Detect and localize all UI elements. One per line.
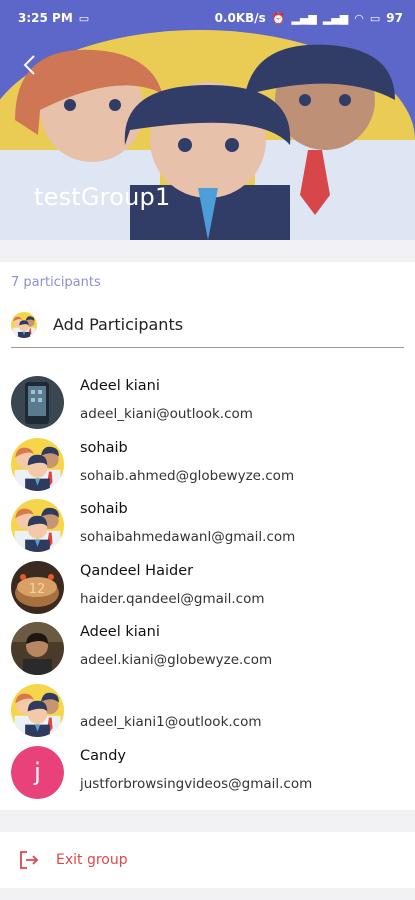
avatar: 12 [11, 560, 64, 614]
svg-text:12: 12 [29, 582, 46, 597]
avatar [11, 438, 64, 491]
chevron-left-icon [23, 55, 35, 75]
participant-email: haider.qandeel@gmail.com [80, 590, 265, 607]
participant-item[interactable]: Adeel kiani adeel_kiani@outlook.com [0, 372, 415, 434]
participant-name: Adeel kiani [80, 624, 160, 641]
avatar [11, 499, 64, 552]
participant-item[interactable]: 12 Qandeel Haider haider.qandeel@gmail.c… [0, 557, 415, 619]
avatar [11, 376, 64, 429]
participant-name: Adeel kiani [80, 378, 160, 394]
participants-count: 7 participants [11, 275, 101, 290]
alarm-icon: ⏰ [271, 11, 286, 25]
add-participants-icon [11, 312, 37, 338]
screen: 3:25 PM ▭ 0.0KB/s ⏰ ▂▄▆ ▂▄▆ ◠ ▭ 97 testG… [0, 0, 415, 900]
add-participants-label: Add Participants [53, 315, 184, 334]
group-name: testGroup1 [34, 183, 171, 211]
participant-name: Qandeel Haider [80, 562, 194, 579]
participant-name: Candy [80, 747, 126, 764]
participant-name: sohaib [80, 501, 128, 518]
participant-item[interactable]: adeel_kiani1@outlook.com [0, 680, 415, 742]
add-participants-button[interactable]: Add Participants [11, 308, 404, 348]
avatar: j [11, 745, 64, 799]
group-header: 3:25 PM ▭ 0.0KB/s ⏰ ▂▄▆ ▂▄▆ ◠ ▭ 97 testG… [0, 0, 415, 240]
participant-email: justforbrowsingvideos@gmail.com [80, 775, 313, 792]
participant-item[interactable]: sohaib sohaib.ahmed@globewyze.com [0, 434, 415, 496]
participant-item[interactable]: j Candy justforbrowsingvideos@gmail.com [0, 742, 415, 804]
avatar [11, 622, 64, 676]
participant-item[interactable]: Adeel kiani adeel.kiani@globewyze.com [0, 618, 415, 680]
participant-name: sohaib [80, 439, 128, 456]
participant-email: adeel.kiani@globewyze.com [80, 652, 273, 669]
avatar [11, 684, 64, 737]
participants-card: 7 participants Add Participants Adeel ki… [0, 262, 415, 810]
signal-icon: ▂▄▆ [291, 11, 317, 25]
exit-icon [20, 851, 39, 869]
participant-email: adeel_kiani1@outlook.com [80, 713, 262, 730]
network-speed: 0.0KB/s [214, 11, 266, 25]
battery-level: 97 [386, 11, 403, 25]
avatar-letter: j [11, 745, 64, 799]
exit-group-button[interactable]: Exit group [0, 832, 415, 888]
battery-icon: ▭ [369, 11, 381, 25]
participant-email: adeel_kiani@outlook.com [80, 406, 253, 422]
status-time: 3:25 PM [18, 11, 73, 25]
participant-email: sohaib.ahmed@globewyze.com [80, 467, 295, 484]
screen-record-icon: ▭ [78, 11, 90, 25]
status-bar: 3:25 PM ▭ 0.0KB/s ⏰ ▂▄▆ ▂▄▆ ◠ ▭ 97 [0, 0, 415, 36]
participant-email: sohaibahmedawanl@gmail.com [80, 529, 296, 546]
participant-item[interactable]: sohaib sohaibahmedawanl@gmail.com [0, 495, 415, 557]
back-button[interactable] [14, 50, 44, 80]
exit-group-label: Exit group [56, 852, 128, 868]
participant-list: Adeel kiani adeel_kiani@outlook.com soha… [0, 372, 415, 803]
wifi-icon: ◠ [354, 11, 364, 25]
signal-icon-2: ▂▄▆ [322, 11, 349, 25]
